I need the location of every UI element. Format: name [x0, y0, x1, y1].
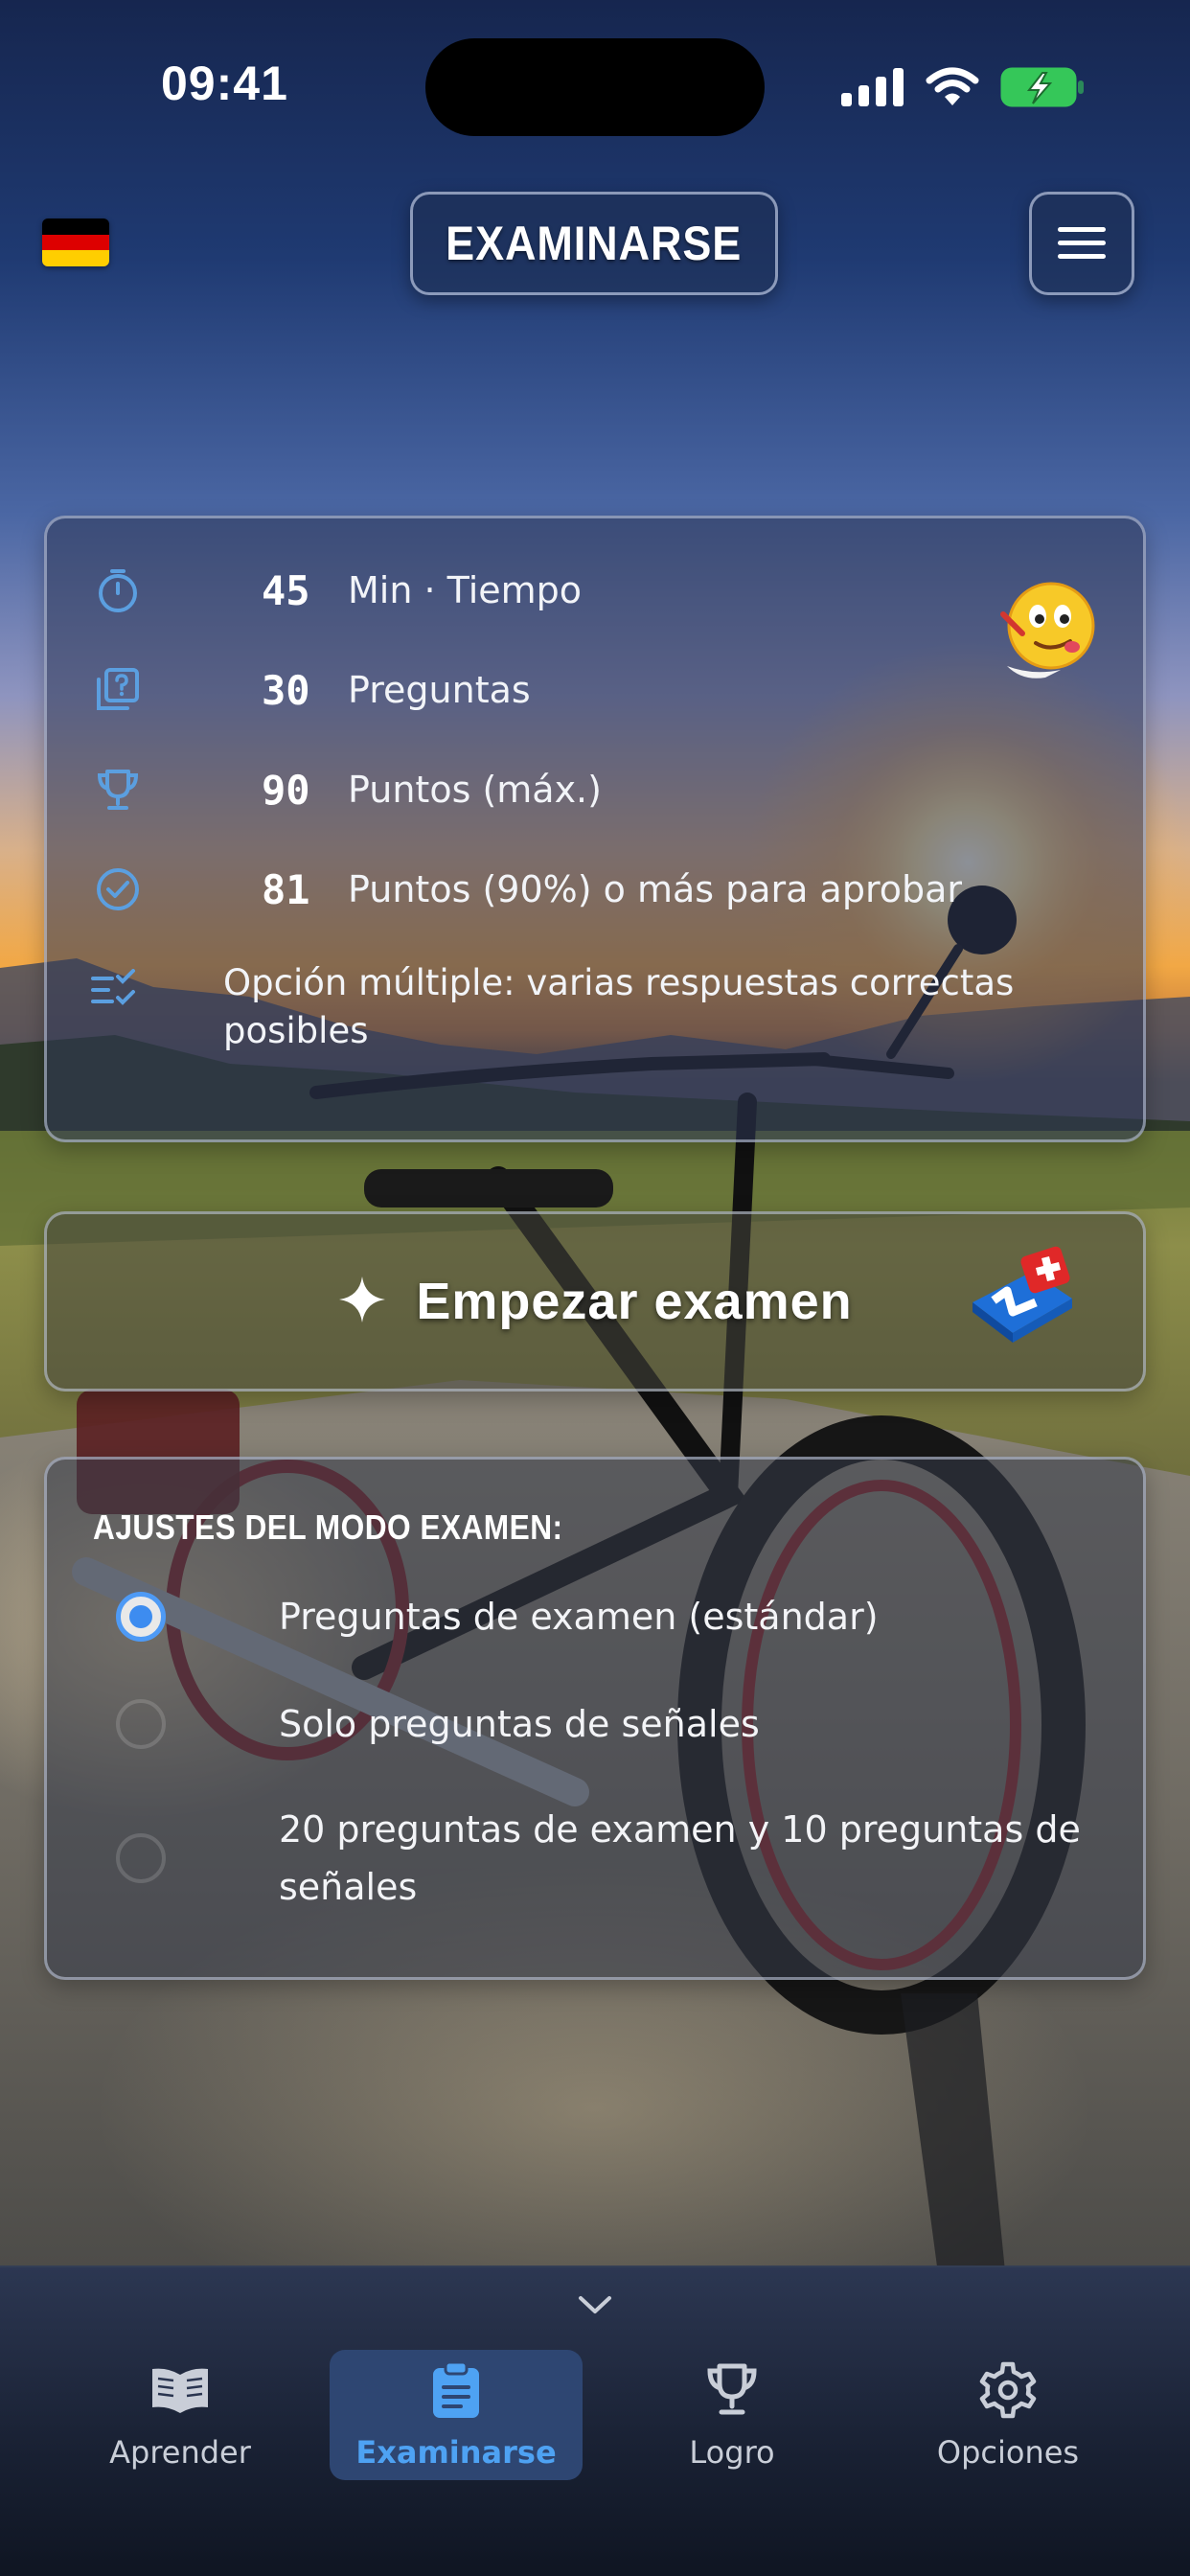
tab-opciones[interactable]: Opciones [881, 2350, 1134, 2480]
info-number: 45 [262, 566, 310, 614]
tab-label: Examinarse [355, 2434, 557, 2471]
chevron-down-icon[interactable] [577, 2292, 613, 2317]
info-label: Min · Tiempo [348, 569, 583, 611]
trophy-icon [91, 763, 145, 816]
radio-button[interactable] [116, 1833, 166, 1883]
wifi-icon [926, 67, 979, 105]
info-label: Puntos (máx.) [348, 769, 602, 811]
checklist-icon [91, 969, 145, 1023]
menu-button[interactable] [1029, 192, 1134, 295]
radio-button-selected[interactable] [116, 1592, 166, 1642]
start-exam-label: Empezar examen [416, 1273, 853, 1330]
trophy-icon [698, 2359, 766, 2421]
gear-icon [974, 2359, 1041, 2421]
tab-label: Logro [689, 2434, 775, 2471]
info-label: Puntos (90%) o más para aprobar [348, 868, 963, 910]
tab-logro[interactable]: Logro [606, 2350, 858, 2480]
battery-charging-icon [1000, 67, 1084, 107]
tab-examinarse[interactable]: Examinarse [330, 2350, 583, 2480]
dynamic-island [425, 38, 765, 136]
stopwatch-icon [91, 564, 145, 617]
tab-label: Aprender [109, 2434, 251, 2471]
info-row-time: 45 Min · Tiempo [91, 557, 582, 624]
status-time: 09:41 [161, 57, 288, 110]
tab-label: Opciones [936, 2434, 1080, 2471]
swiss-learner-plate-icon [965, 1243, 1084, 1358]
start-exam-button[interactable]: Empezar examen [44, 1211, 1146, 1392]
exam-info-card: 45 Min · Tiempo 30 Preguntas 90 Puntos (… [44, 516, 1146, 1142]
tab-bar: Aprender Examinarse Logro Opciones [0, 2266, 1190, 2576]
hamburger-menu-icon [1058, 227, 1106, 259]
status-bar: 09:41 [0, 0, 1190, 172]
option-label: Solo preguntas de señales [279, 1703, 760, 1745]
clipboard-icon [423, 2359, 490, 2421]
status-icons [841, 63, 1085, 111]
option-label: 20 preguntas de examen y 10 preguntas de… [279, 1808, 1081, 1908]
book-icon [147, 2359, 214, 2421]
info-label: Preguntas [348, 669, 531, 711]
info-row-pass: 81 Puntos (90%) o más para aprobar [91, 856, 962, 923]
option-label: Preguntas de examen (estándar) [279, 1596, 879, 1638]
signal-icon [841, 68, 904, 106]
info-number: 90 [262, 766, 310, 814]
multiple-choice-label: Opción múltiple: varias respuestas corre… [223, 962, 1015, 1051]
language-flag-germany[interactable] [42, 218, 109, 266]
question-pages-icon [91, 663, 145, 717]
sparkle-icon [337, 1275, 387, 1328]
info-row-questions: 30 Preguntas [91, 656, 531, 724]
exam-settings-card: AJUSTES DEL MODO EXAMEN: Preguntas de ex… [44, 1457, 1146, 1980]
page-title: EXAMINARSE [446, 217, 743, 270]
header-title-box: EXAMINARSE [410, 192, 778, 295]
info-row-points: 90 Puntos (máx.) [91, 756, 602, 823]
info-number: 81 [262, 865, 310, 913]
check-circle-icon [91, 862, 145, 916]
settings-title: AJUSTES DEL MODO EXAMEN: [93, 1507, 563, 1547]
info-number: 30 [262, 666, 310, 714]
thinking-emoji-icon [994, 576, 1101, 683]
tab-aprender[interactable]: Aprender [54, 2350, 307, 2480]
radio-button[interactable] [116, 1699, 166, 1749]
